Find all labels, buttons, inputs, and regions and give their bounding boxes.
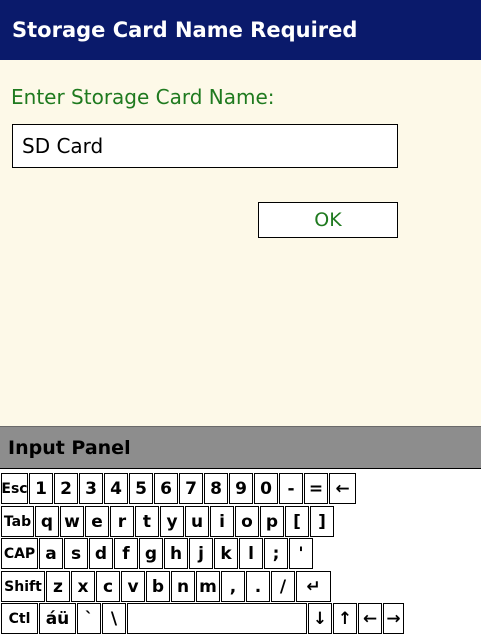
key-arrow-left[interactable]: ← [358, 603, 382, 634]
key-z[interactable]: z [46, 571, 70, 602]
key-i[interactable]: i [210, 506, 234, 537]
key-s[interactable]: s [64, 538, 88, 569]
window-title: Storage Card Name Required [0, 0, 481, 60]
key-slash[interactable]: / [271, 571, 295, 602]
key-t[interactable]: t [135, 506, 159, 537]
key-3[interactable]: 3 [79, 473, 103, 504]
key-backtick[interactable]: ` [77, 603, 101, 634]
key-m[interactable]: m [196, 571, 220, 602]
key-x[interactable]: x [71, 571, 95, 602]
key-g[interactable]: g [139, 538, 163, 569]
key-enter[interactable]: ↵ [296, 571, 331, 602]
key-bracket-left[interactable]: [ [285, 506, 309, 537]
key-j[interactable]: j [189, 538, 213, 569]
key-1[interactable]: 1 [29, 473, 53, 504]
key-backspace[interactable]: ← [329, 473, 356, 504]
key-9[interactable]: 9 [229, 473, 253, 504]
key-2[interactable]: 2 [54, 473, 78, 504]
key-ctrl[interactable]: Ctl [1, 603, 38, 634]
key-l[interactable]: l [239, 538, 263, 569]
key-esc[interactable]: Esc [1, 473, 28, 504]
key-6[interactable]: 6 [154, 473, 178, 504]
key-y[interactable]: y [160, 506, 184, 537]
key-a[interactable]: a [39, 538, 63, 569]
key-arrow-down[interactable]: ↓ [308, 603, 332, 634]
key-n[interactable]: n [171, 571, 195, 602]
key-arrow-up[interactable]: ↑ [333, 603, 357, 634]
key-d[interactable]: d [89, 538, 113, 569]
key-w[interactable]: w [60, 506, 84, 537]
card-name-input[interactable] [12, 124, 398, 168]
key-e[interactable]: e [85, 506, 109, 537]
key-5[interactable]: 5 [129, 473, 153, 504]
key-c[interactable]: c [96, 571, 120, 602]
key-o[interactable]: o [235, 506, 259, 537]
input-panel-title: Input Panel [0, 426, 481, 468]
key-period[interactable]: . [246, 571, 270, 602]
key-q[interactable]: q [35, 506, 59, 537]
key-h[interactable]: h [164, 538, 188, 569]
key-0[interactable]: 0 [254, 473, 278, 504]
key-equals[interactable]: = [304, 473, 328, 504]
key-quote[interactable]: ' [289, 538, 313, 569]
key-minus[interactable]: - [279, 473, 303, 504]
key-k[interactable]: k [214, 538, 238, 569]
key-8[interactable]: 8 [204, 473, 228, 504]
soft-keyboard: Esc 1 2 3 4 5 6 7 8 9 0- = ← Tab q w e r t y u i o p[] CAP a s d f g h… [0, 468, 481, 637]
key-comma[interactable]: , [221, 571, 245, 602]
key-7[interactable]: 7 [179, 473, 203, 504]
key-caps[interactable]: CAP [1, 538, 38, 569]
key-u[interactable]: u [185, 506, 209, 537]
key-shift[interactable]: Shift [1, 571, 45, 602]
key-4[interactable]: 4 [104, 473, 128, 504]
key-p[interactable]: p [260, 506, 284, 537]
key-bracket-right[interactable]: ] [310, 506, 334, 537]
key-b[interactable]: b [146, 571, 170, 602]
card-name-prompt: Enter Storage Card Name: [11, 85, 275, 109]
ok-button[interactable]: OK [258, 202, 398, 238]
key-r[interactable]: r [110, 506, 134, 537]
key-backslash[interactable]: \ [102, 603, 126, 634]
key-international[interactable]: áü [39, 603, 76, 634]
key-space[interactable] [127, 603, 307, 634]
key-semicolon[interactable]: ; [264, 538, 288, 569]
key-v[interactable]: v [121, 571, 145, 602]
key-f[interactable]: f [114, 538, 138, 569]
key-arrow-right[interactable]: → [383, 603, 404, 634]
dialog-body: Enter Storage Card Name: OK [0, 60, 481, 426]
key-tab[interactable]: Tab [1, 506, 34, 537]
